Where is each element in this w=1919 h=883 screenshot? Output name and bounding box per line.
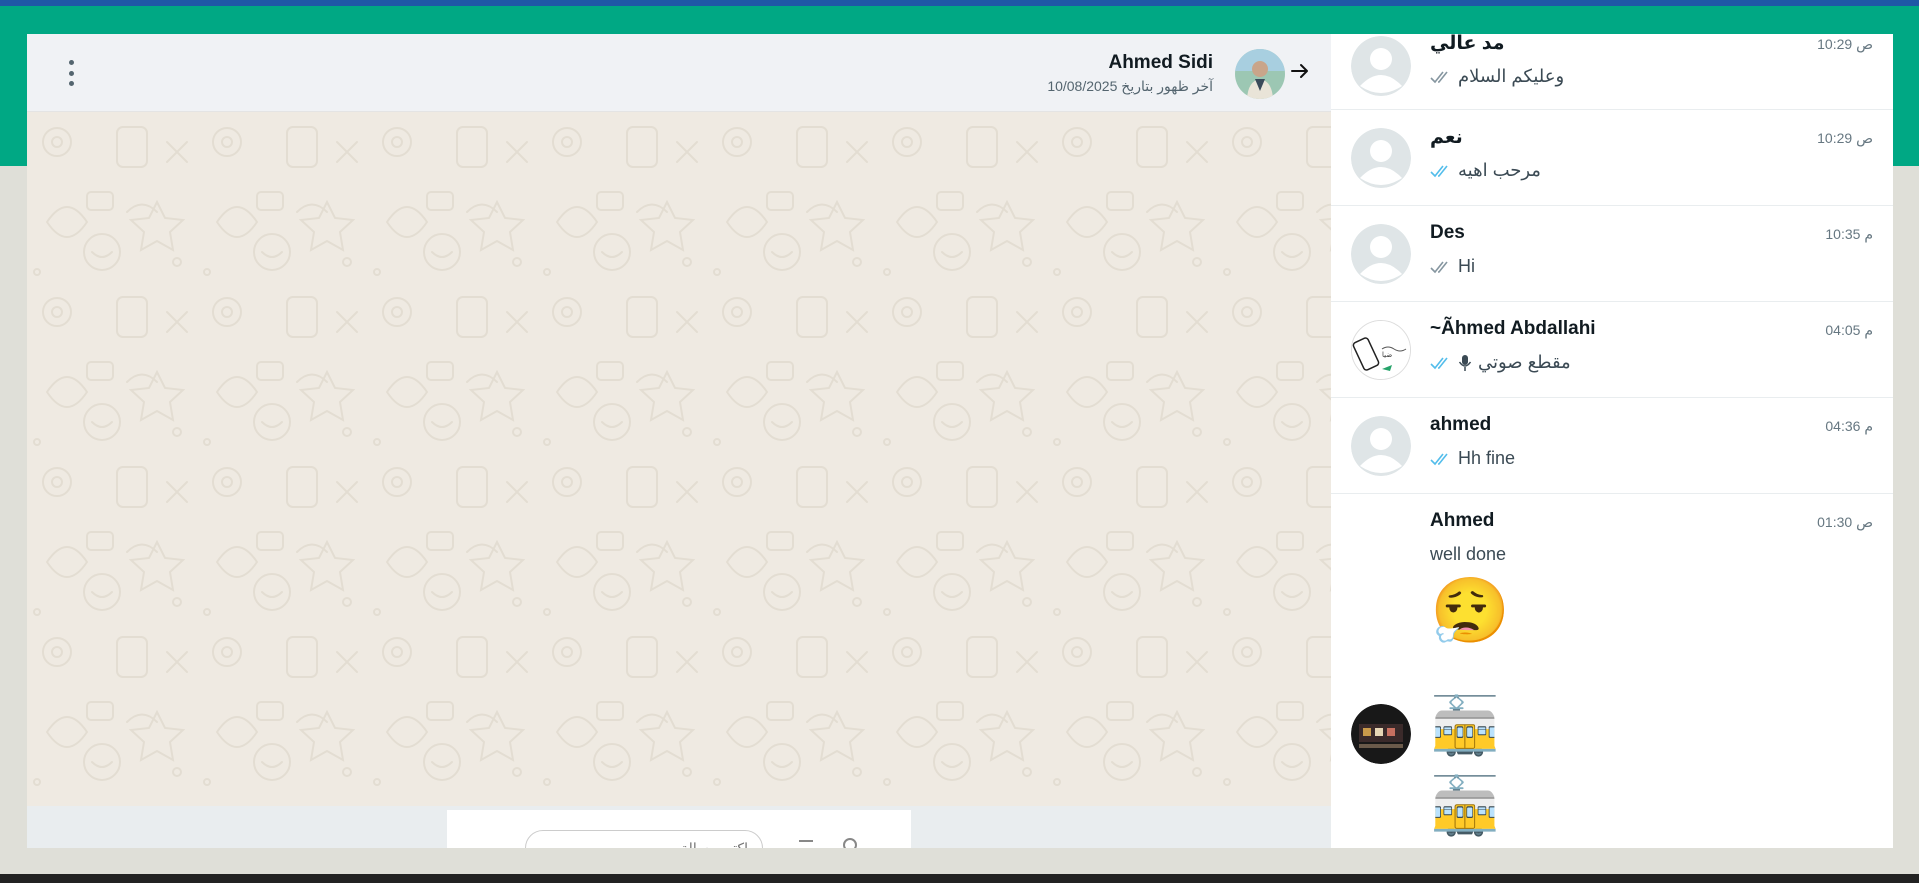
contact-name[interactable]: Ahmed Sidi bbox=[1108, 52, 1213, 74]
read-tick-icon bbox=[1430, 165, 1448, 177]
chat-item-2[interactable]: Des 10:35 م Hi bbox=[1331, 206, 1893, 302]
message-input[interactable] bbox=[525, 830, 763, 848]
chat-name: Des bbox=[1430, 222, 1465, 243]
chat-name: نعم bbox=[1430, 127, 1463, 148]
mic-icon[interactable] bbox=[843, 838, 857, 848]
chat-name: مد عالي bbox=[1430, 34, 1505, 54]
chat-time: 10:35 م bbox=[1825, 226, 1873, 242]
chat-time: 01:30 ص bbox=[1817, 514, 1873, 530]
chat-last-message: Hh fine bbox=[1458, 448, 1516, 468]
more-options-icon[interactable] bbox=[61, 60, 81, 86]
tram-emoji: 🚋 bbox=[1430, 694, 1500, 757]
chat-item-3[interactable]: ضيا ~Ãhmed Abdallahi 04:05 م مقطع صوتي bbox=[1331, 302, 1893, 398]
chat-last-message: مقطع صوتي bbox=[1478, 352, 1571, 372]
chat-name: ~Ãhmed Abdallahi bbox=[1430, 318, 1596, 339]
chat-last-message: Hi bbox=[1458, 256, 1475, 276]
contact-avatar bbox=[1351, 704, 1411, 764]
chat-time: 04:36 م bbox=[1825, 418, 1873, 434]
attach-icon[interactable] bbox=[799, 840, 813, 848]
chat-item-1[interactable]: نعم 10:29 ص مرحب اهيه bbox=[1331, 110, 1893, 206]
chat-header: Ahmed Sidi آخر ظهور بتاريخ 10/08/2025 bbox=[27, 34, 1331, 112]
default-avatar-icon bbox=[1351, 224, 1411, 284]
chat-last-message: مرحب اهيه bbox=[1458, 160, 1541, 180]
chat-item-4[interactable]: ahmed 04:36 م Hh fine bbox=[1331, 398, 1893, 494]
mic-icon bbox=[1458, 354, 1472, 371]
chat-item-0[interactable]: مد عالي 10:29 ص وعليكم السلام bbox=[1331, 34, 1893, 110]
chat-name: ahmed bbox=[1430, 414, 1492, 435]
chat-last-message: وعليكم السلام bbox=[1458, 66, 1565, 86]
chat-panel: Ahmed Sidi آخر ظهور بتاريخ 10/08/2025 bbox=[27, 34, 1331, 848]
taskbar-strip bbox=[0, 874, 1919, 883]
chat-last-message: well done bbox=[1430, 544, 1507, 564]
chat-time: 04:05 م bbox=[1825, 322, 1873, 338]
svg-text:ضيا: ضيا bbox=[1382, 351, 1392, 359]
read-tick-icon bbox=[1430, 357, 1448, 369]
contact-avatar[interactable] bbox=[1235, 49, 1285, 99]
composer-area bbox=[447, 810, 911, 848]
app-window: Ahmed Sidi آخر ظهور بتاريخ 10/08/2025 اك… bbox=[27, 34, 1893, 848]
chat-footer bbox=[27, 806, 1331, 848]
read-tick-icon bbox=[1430, 453, 1448, 465]
back-arrow-icon[interactable] bbox=[1289, 60, 1311, 82]
default-avatar-icon bbox=[1351, 128, 1411, 188]
contact-avatar: ضيا bbox=[1351, 320, 1411, 380]
chat-time: 10:29 ص bbox=[1817, 130, 1873, 146]
default-avatar-icon bbox=[1351, 416, 1411, 476]
face-exhaling-emoji: 😮‍💨 bbox=[1430, 575, 1510, 647]
chat-item-5[interactable]: Ahmed 01:30 ص well done 😮‍💨 🚋 🚋 🚋 bbox=[1331, 494, 1893, 848]
wallpaper-doodle-pattern bbox=[27, 112, 1331, 806]
chat-list: مد عالي 10:29 ص وعليكم السلام نعم 10:29 … bbox=[1331, 34, 1893, 848]
chat-background bbox=[27, 112, 1331, 806]
sent-tick-icon bbox=[1430, 261, 1448, 273]
default-avatar-icon bbox=[1351, 36, 1411, 96]
sent-tick-icon bbox=[1430, 71, 1448, 83]
chat-name: Ahmed bbox=[1430, 510, 1495, 531]
tram-emoji: 🚋 bbox=[1430, 774, 1500, 837]
chat-time: 10:29 ص bbox=[1817, 36, 1873, 52]
last-seen-status: آخر ظهور بتاريخ 10/08/2025 bbox=[1047, 78, 1213, 94]
